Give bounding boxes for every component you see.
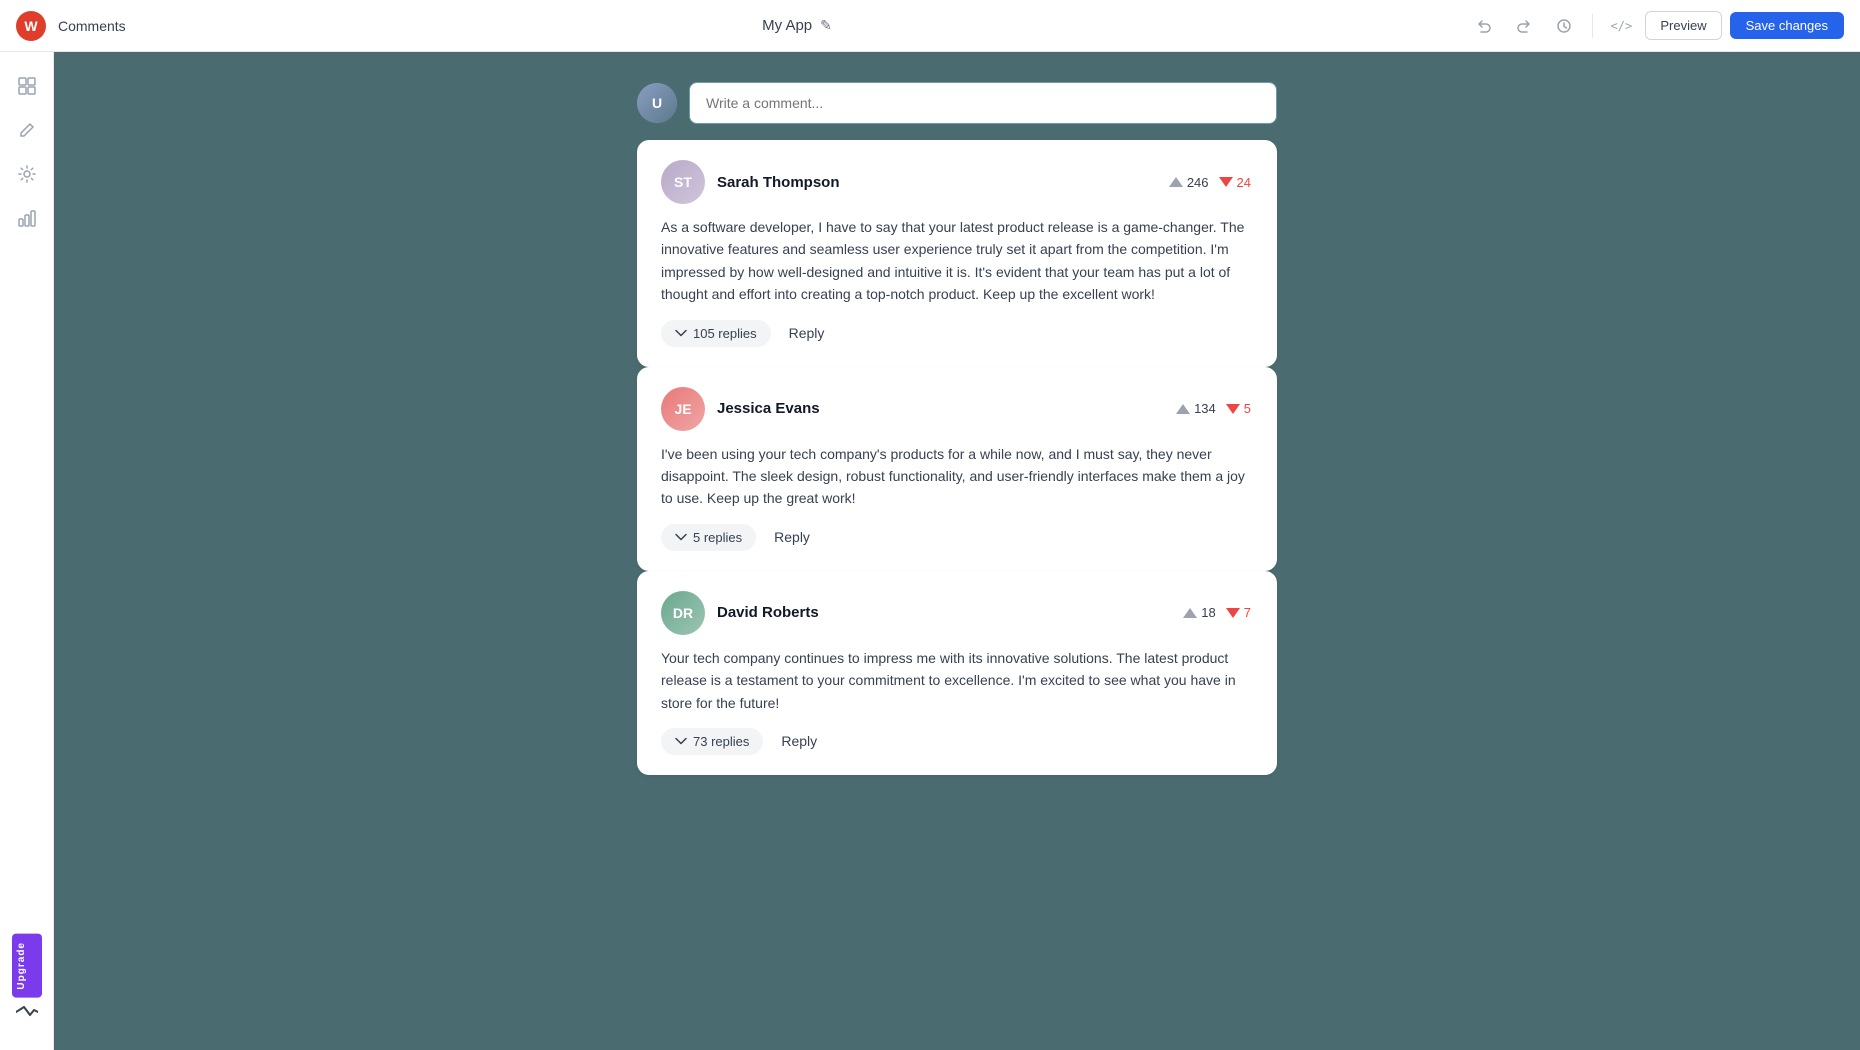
- comment-author: David Roberts: [717, 604, 1169, 621]
- comment-avatar: DR: [661, 591, 705, 635]
- sidebar-item-edit[interactable]: [9, 112, 45, 148]
- upvote-button[interactable]: 134: [1174, 399, 1218, 418]
- divider: [1592, 14, 1593, 38]
- save-button[interactable]: Save changes: [1730, 12, 1844, 39]
- logo-letter: W: [24, 18, 37, 34]
- topbar-center: My App ✎: [138, 17, 1457, 34]
- upvote-button[interactable]: 18: [1181, 603, 1217, 622]
- comment-body: Your tech company continues to impress m…: [661, 647, 1253, 714]
- upgrade-button[interactable]: Upgrade: [12, 934, 42, 998]
- redo-button[interactable]: [1508, 10, 1540, 42]
- comment-header: ST Sarah Thompson 246 24: [661, 160, 1253, 204]
- upvote-count: 134: [1194, 401, 1216, 416]
- write-comment-input[interactable]: [689, 82, 1277, 124]
- comment-body: I've been using your tech company's prod…: [661, 443, 1253, 510]
- vote-section: 18 7: [1181, 603, 1253, 622]
- sidebar-item-analytics[interactable]: [9, 200, 45, 236]
- comment-card: DR David Roberts 18 7 Your tech company …: [637, 571, 1277, 775]
- edit-icon[interactable]: ✎: [820, 17, 832, 34]
- bottom-tool[interactable]: [16, 1006, 38, 1018]
- comment-header: DR David Roberts 18 7: [661, 591, 1253, 635]
- show-replies-button[interactable]: 5 replies: [661, 524, 756, 551]
- upvote-count: 18: [1201, 605, 1215, 620]
- comments-container: U ST Sarah Thompson 246 24 As a software…: [637, 82, 1277, 775]
- comment-card: JE Jessica Evans 134 5 I've been using y…: [637, 367, 1277, 571]
- vote-section: 134 5: [1174, 399, 1253, 418]
- upvote-count: 246: [1187, 175, 1209, 190]
- app-name-label: My App: [762, 17, 812, 34]
- reply-button[interactable]: Reply: [766, 525, 818, 549]
- comment-header: JE Jessica Evans 134 5: [661, 387, 1253, 431]
- comment-actions: 5 replies Reply: [661, 524, 1253, 551]
- sidebar: Upgrade: [0, 52, 54, 1050]
- comment-author: Sarah Thompson: [717, 174, 1155, 191]
- code-button[interactable]: </>: [1605, 10, 1637, 42]
- undo-button[interactable]: [1468, 10, 1500, 42]
- comment-actions: 73 replies Reply: [661, 728, 1253, 755]
- write-comment-row: U: [637, 82, 1277, 124]
- preview-button[interactable]: Preview: [1645, 11, 1721, 40]
- downvote-count: 7: [1244, 605, 1251, 620]
- topbar-right: </> Preview Save changes: [1468, 10, 1844, 42]
- downvote-button[interactable]: 5: [1224, 399, 1253, 418]
- content-area: U ST Sarah Thompson 246 24 As a software…: [54, 52, 1860, 1050]
- downvote-count: 5: [1244, 401, 1251, 416]
- history-button[interactable]: [1548, 10, 1580, 42]
- downvote-button[interactable]: 7: [1224, 603, 1253, 622]
- comments-list: ST Sarah Thompson 246 24 As a software d…: [637, 140, 1277, 775]
- show-replies-button[interactable]: 73 replies: [661, 728, 763, 755]
- replies-count-label: 73 replies: [693, 734, 749, 749]
- upvote-button[interactable]: 246: [1167, 173, 1211, 192]
- main-layout: Upgrade U ST Sarah Thompson 2: [0, 52, 1860, 1050]
- reply-button[interactable]: Reply: [773, 729, 825, 753]
- comment-author: Jessica Evans: [717, 400, 1162, 417]
- comment-avatar: JE: [661, 387, 705, 431]
- replies-count-label: 105 replies: [693, 326, 757, 341]
- comment-avatar: ST: [661, 160, 705, 204]
- topbar: W Comments My App ✎ </> Preview Save cha…: [0, 0, 1860, 52]
- current-user-avatar: U: [637, 83, 677, 123]
- current-user-avatar-img: U: [637, 83, 677, 123]
- downvote-button[interactable]: 24: [1217, 173, 1253, 192]
- replies-count-label: 5 replies: [693, 530, 742, 545]
- show-replies-button[interactable]: 105 replies: [661, 320, 771, 347]
- sidebar-bottom: Upgrade: [12, 934, 42, 1034]
- comment-actions: 105 replies Reply: [661, 320, 1253, 347]
- comment-body: As a software developer, I have to say t…: [661, 216, 1253, 306]
- reply-button[interactable]: Reply: [781, 321, 833, 345]
- sidebar-item-settings[interactable]: [9, 156, 45, 192]
- downvote-count: 24: [1237, 175, 1251, 190]
- sidebar-item-dashboard[interactable]: [9, 68, 45, 104]
- comment-card: ST Sarah Thompson 246 24 As a software d…: [637, 140, 1277, 367]
- app-logo: W: [16, 11, 46, 41]
- vote-section: 246 24: [1167, 173, 1253, 192]
- section-title: Comments: [58, 18, 126, 34]
